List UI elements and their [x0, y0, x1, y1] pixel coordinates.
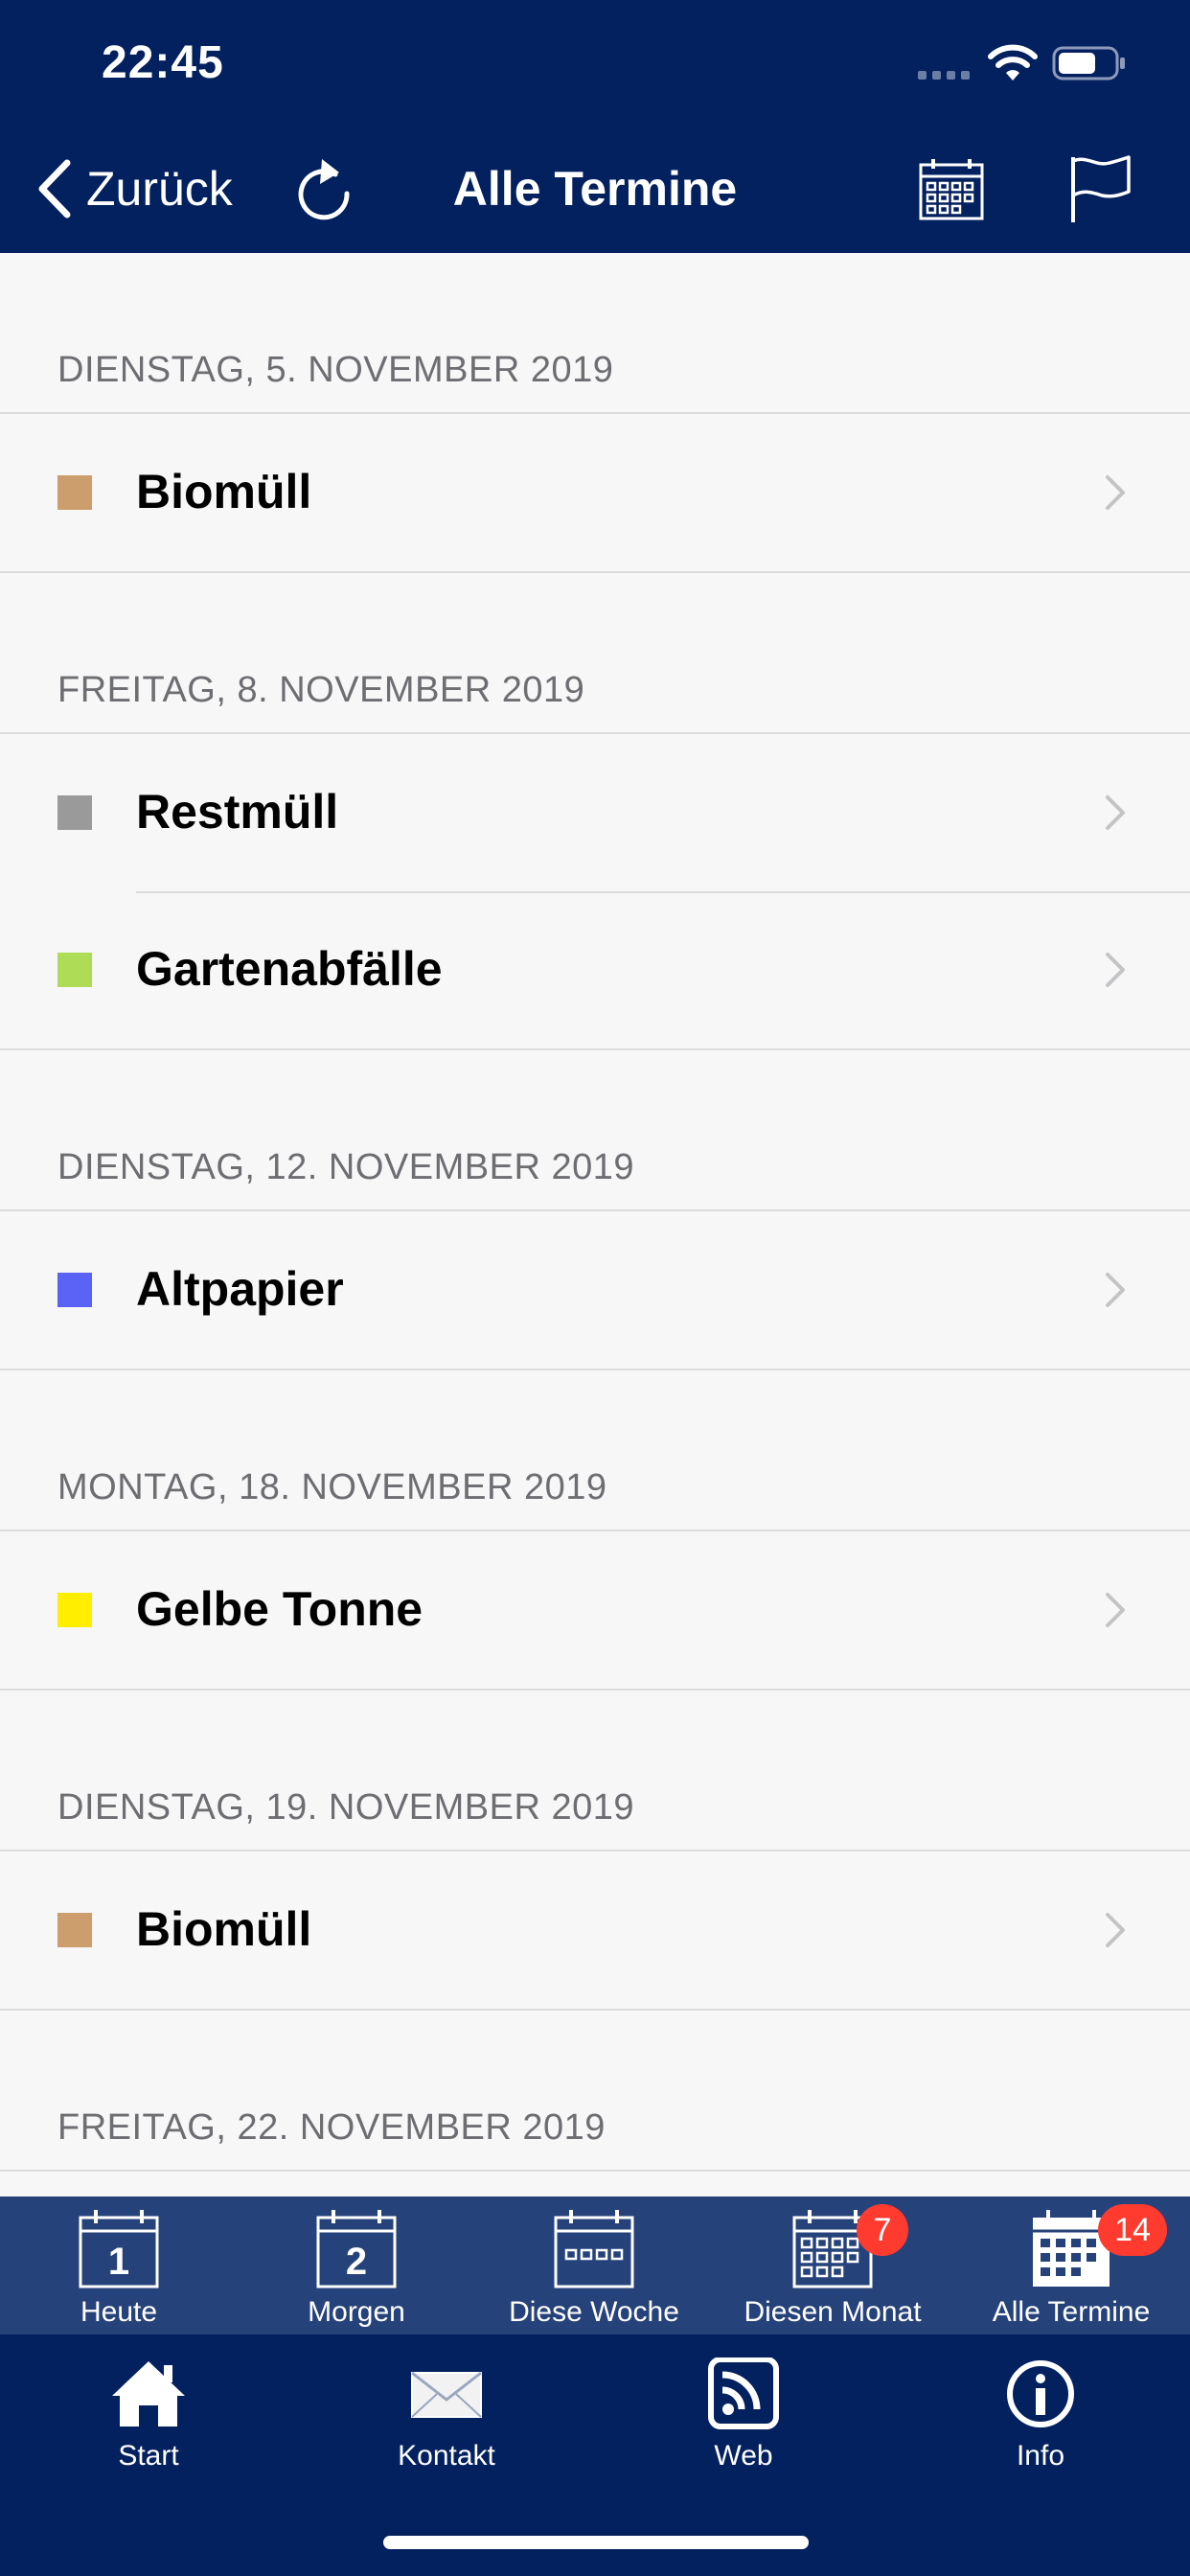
waste-color-swatch: [57, 953, 92, 987]
chevron-right-icon: [1106, 1913, 1125, 1947]
month-count-badge: 7: [857, 2204, 908, 2256]
list-item[interactable]: Gartenabfälle: [0, 891, 1190, 1048]
waste-color-swatch: [57, 1593, 92, 1627]
chevron-right-icon: [1106, 1593, 1125, 1627]
tab-label: Start: [118, 2440, 179, 2472]
calendar-day-1-icon: 1: [79, 2208, 159, 2290]
section-header: DIENSTAG, 12. NOVEMBER 2019: [0, 1050, 1190, 1209]
section-header: FREITAG, 8. NOVEMBER 2019: [0, 573, 1190, 732]
info-icon: [1007, 2360, 1074, 2427]
tab-label: Alle Termine: [992, 2296, 1151, 2328]
navigation-bar: Zurück Alle Termine: [0, 144, 1190, 240]
wifi-icon: [988, 44, 1038, 80]
section-rows: Biomüll: [0, 412, 1190, 573]
tab-label: Info: [1016, 2440, 1065, 2472]
tab-label: Kontakt: [398, 2440, 495, 2472]
section-header: FREITAG, 22. NOVEMBER 2019: [0, 2011, 1190, 2170]
tab-start[interactable]: Start: [53, 2334, 244, 2488]
waste-type-label: Gartenabfälle: [136, 942, 443, 996]
calendar-icon[interactable]: [918, 157, 985, 222]
tab-info[interactable]: Info: [945, 2334, 1136, 2488]
tab-label: Diese Woche: [509, 2296, 679, 2328]
section-header: DIENSTAG, 19. NOVEMBER 2019: [0, 1690, 1190, 1850]
tab-heute[interactable]: 1 Heute: [59, 2196, 178, 2334]
chevron-right-icon: [1106, 953, 1125, 987]
list-item[interactable]: Gelbe Tonne: [0, 1531, 1190, 1689]
waste-type-label: Biomüll: [136, 465, 312, 518]
main-tab-bar: Start Kontakt Web Info: [0, 2334, 1190, 2576]
rss-icon: [708, 2358, 779, 2429]
cellular-signal-icon: [918, 71, 972, 80]
tab-diese-woche[interactable]: Diese Woche: [498, 2196, 690, 2334]
section-header: DIENSTAG, 5. NOVEMBER 2019: [0, 253, 1190, 412]
section-date: DIENSTAG, 5. NOVEMBER 2019: [57, 350, 614, 390]
chevron-right-icon: [1106, 475, 1125, 510]
calendar-number: 1: [107, 2241, 130, 2283]
home-icon: [112, 2361, 185, 2426]
list-item[interactable]: Altpapier: [0, 1211, 1190, 1368]
waste-type-label: Biomüll: [136, 1902, 312, 1956]
flag-icon[interactable]: [1067, 153, 1133, 224]
waste-color-swatch: [57, 1273, 92, 1307]
tab-label: Diesen Monat: [744, 2296, 922, 2328]
list-item[interactable]: Biomüll: [0, 414, 1190, 571]
status-time: 22:45: [102, 37, 224, 88]
section-rows: Gelbe Tonne: [0, 1530, 1190, 1690]
section-rows: Altpapier: [0, 1209, 1190, 1370]
page-title: Alle Termine: [452, 162, 738, 216]
chevron-right-icon: [1106, 795, 1125, 830]
envelope-icon: [411, 2371, 482, 2418]
waste-color-swatch: [57, 1913, 92, 1947]
battery-icon: [1052, 46, 1125, 80]
waste-type-label: Altpapier: [136, 1262, 344, 1316]
home-indicator[interactable]: [383, 2536, 809, 2549]
tab-label: Heute: [80, 2296, 158, 2328]
list-item[interactable]: Restmüll: [0, 734, 1190, 891]
section-date: DIENSTAG, 19. NOVEMBER 2019: [57, 1787, 634, 1828]
calendar-day-2-icon: 2: [316, 2208, 397, 2290]
tab-morgen[interactable]: 2 Morgen: [293, 2196, 420, 2334]
section-header: MONTAG, 18. NOVEMBER 2019: [0, 1370, 1190, 1530]
filter-tab-bar: 1 Heute 2 Morgen Diese Woche Diesen Mona…: [0, 2196, 1190, 2334]
section-date: FREITAG, 8. NOVEMBER 2019: [57, 670, 585, 710]
navigation-header: 22:45 Zurück Alle Termine: [0, 0, 1190, 253]
section-rows: Restmüll Gartenabfälle: [0, 732, 1190, 1050]
calendar-number: 2: [345, 2241, 368, 2283]
waste-color-swatch: [57, 475, 92, 510]
waste-type-label: Gelbe Tonne: [136, 1582, 423, 1636]
appointments-list[interactable]: DIENSTAG, 5. NOVEMBER 2019 Biomüll FREIT…: [0, 253, 1190, 2196]
tab-label: Web: [714, 2440, 773, 2472]
tab-label: Morgen: [308, 2296, 405, 2328]
calendar-week-icon: [554, 2208, 634, 2290]
list-item[interactable]: Biomüll: [0, 1852, 1190, 2009]
waste-type-label: Restmüll: [136, 785, 339, 839]
all-count-badge: 14: [1098, 2204, 1167, 2256]
tab-kontakt[interactable]: Kontakt: [351, 2334, 542, 2488]
chevron-right-icon: [1106, 1273, 1125, 1307]
tab-web[interactable]: Web: [648, 2334, 839, 2488]
section-rows: Biomüll: [0, 1850, 1190, 2011]
section-date: DIENSTAG, 12. NOVEMBER 2019: [57, 1147, 634, 1187]
section-date: FREITAG, 22. NOVEMBER 2019: [57, 2107, 606, 2148]
waste-color-swatch: [57, 795, 92, 830]
section-rows: [0, 2170, 1190, 2196]
section-date: MONTAG, 18. NOVEMBER 2019: [57, 1467, 607, 1507]
